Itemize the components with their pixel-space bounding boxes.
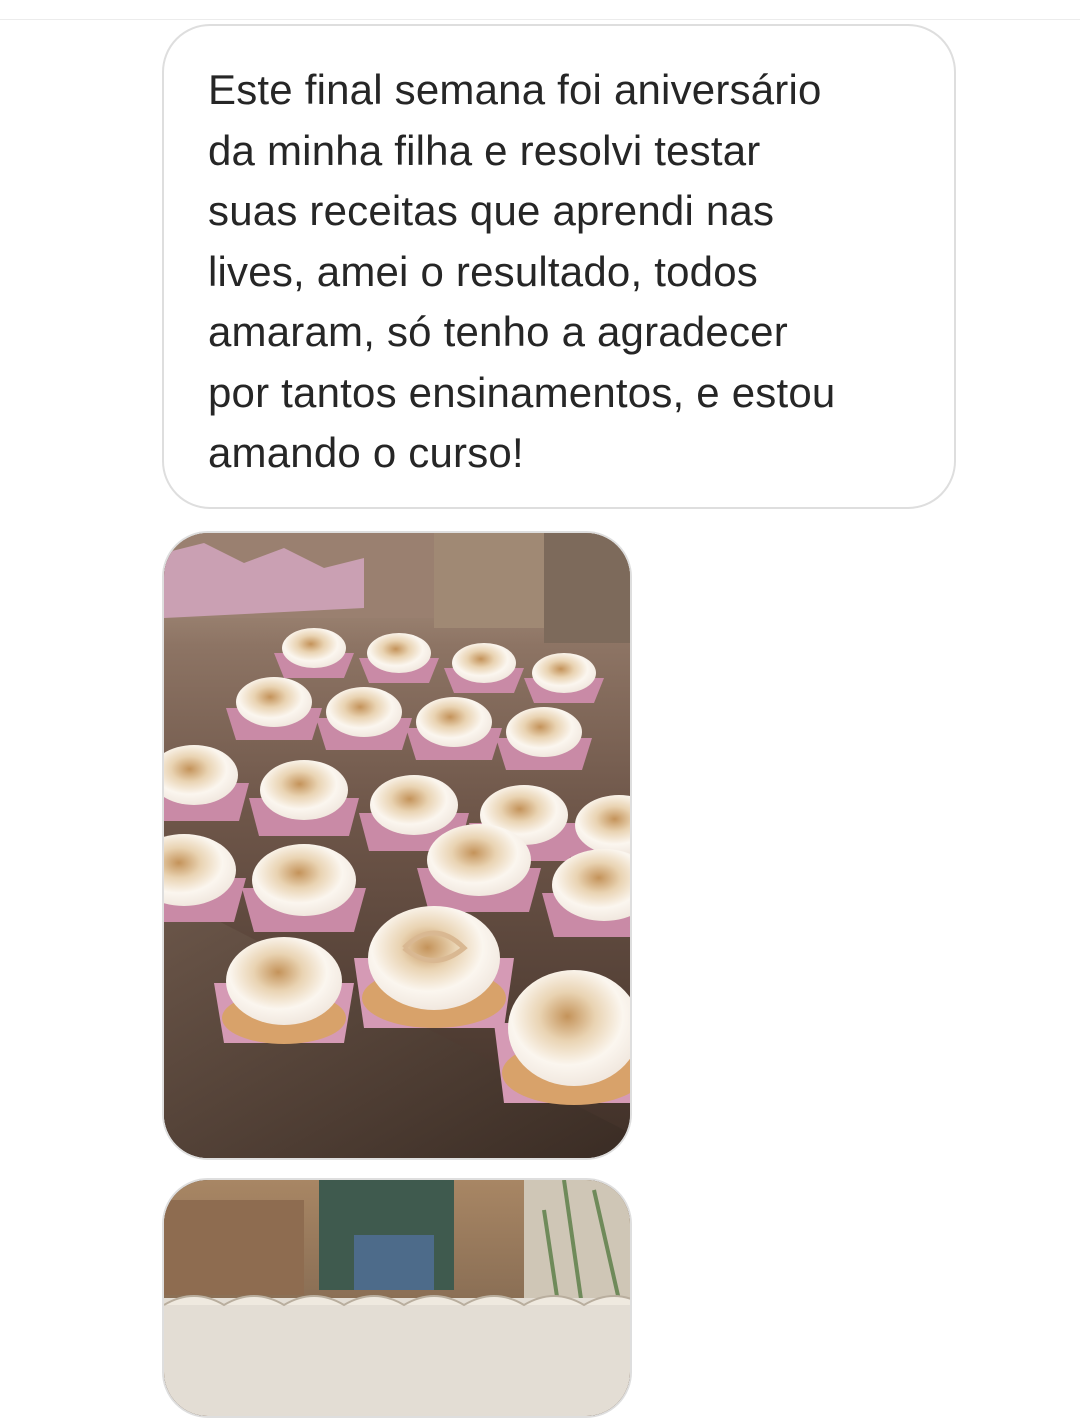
party-table-image bbox=[164, 1180, 630, 1416]
message-bubble[interactable]: Este final semana foi aniversário da min… bbox=[162, 24, 956, 509]
message-photo-tartlets[interactable] bbox=[162, 531, 632, 1160]
header-divider bbox=[0, 19, 1080, 20]
message-photo-party-table[interactable] bbox=[162, 1178, 632, 1418]
tartlets-image bbox=[164, 533, 630, 1158]
message-text: Este final semana foi aniversário da min… bbox=[208, 66, 836, 476]
